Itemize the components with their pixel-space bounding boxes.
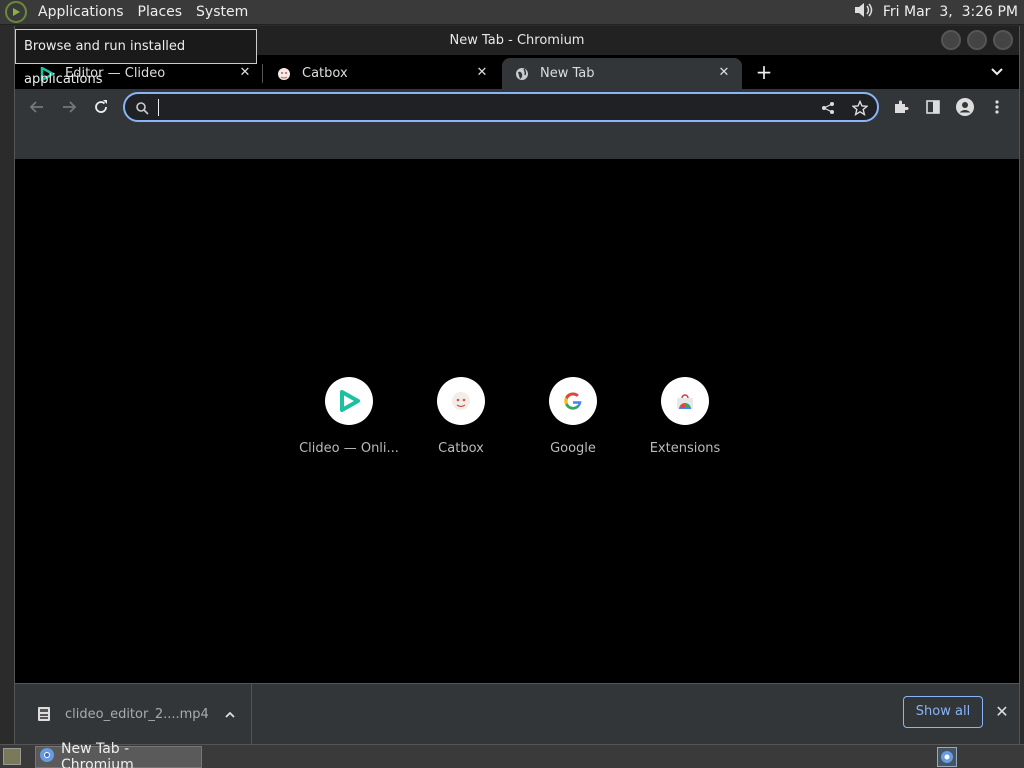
text-caret xyxy=(158,99,159,116)
menu-places[interactable]: Places xyxy=(131,0,190,25)
menu-system[interactable]: System xyxy=(189,0,255,25)
top-panel: Applications Places System Fri Mar 3, 3:… xyxy=(0,0,1024,25)
maximize-button[interactable] xyxy=(967,30,987,50)
clideo-play-icon xyxy=(325,377,373,425)
shortcut-label: Extensions xyxy=(649,441,721,456)
download-bar: clideo_editor_2....mp4 Show all ✕ xyxy=(15,683,1019,744)
tab-catbox[interactable]: Catbox ✕ xyxy=(264,58,500,89)
menu-applications[interactable]: Applications xyxy=(31,0,131,25)
extensions-puzzle-icon[interactable] xyxy=(891,97,911,117)
shortcut-tile-google[interactable]: Google xyxy=(517,377,629,456)
applications-logo-icon[interactable] xyxy=(5,1,27,23)
browser-toolbar xyxy=(15,89,1019,126)
download-item[interactable]: clideo_editor_2....mp4 xyxy=(15,684,252,744)
tab-title: New Tab xyxy=(540,66,595,81)
menu-kebab-icon[interactable] xyxy=(987,97,1007,117)
google-g-icon xyxy=(549,377,597,425)
tab-title: Catbox xyxy=(302,66,348,81)
side-panel-icon[interactable] xyxy=(923,97,943,117)
omnibox-input[interactable] xyxy=(157,97,797,117)
tab-separator xyxy=(262,64,263,83)
forward-arrow-icon[interactable] xyxy=(59,97,79,117)
bookmarks-bar xyxy=(15,126,1019,162)
globe-icon xyxy=(514,66,530,82)
share-icon[interactable] xyxy=(819,99,837,117)
show-desktop-icon[interactable] xyxy=(3,748,21,765)
applications-tooltip: Browse and run installed applications xyxy=(15,29,257,87)
shortcut-tile-clideo[interactable]: Clideo — Onli... xyxy=(293,377,405,456)
tab-close-icon[interactable]: ✕ xyxy=(474,65,490,81)
new-tab-page: Clideo — Onli... Catbox Google Extension… xyxy=(15,159,1019,683)
download-filename: clideo_editor_2....mp4 xyxy=(65,706,209,722)
shortcut-tile-catbox[interactable]: Catbox xyxy=(405,377,517,456)
shortcut-tile-extensions[interactable]: Extensions xyxy=(629,377,741,456)
shortcut-label: Clideo — Onli... xyxy=(299,441,399,456)
tray-chromium-icon[interactable] xyxy=(937,747,957,767)
catbox-icon xyxy=(437,377,485,425)
chevron-up-icon[interactable] xyxy=(223,707,237,721)
profile-avatar-icon[interactable] xyxy=(955,97,975,117)
bookmark-star-icon[interactable] xyxy=(851,99,869,117)
show-all-downloads-button[interactable]: Show all xyxy=(903,696,983,728)
shortcut-label: Catbox xyxy=(438,441,484,456)
tab-search-chevron-icon[interactable] xyxy=(989,64,1005,80)
new-tab-button[interactable]: + xyxy=(755,62,773,82)
taskbar-window-label: New Tab - Chromium xyxy=(61,741,134,768)
close-download-bar-icon[interactable]: ✕ xyxy=(994,704,1010,720)
tab-close-icon[interactable]: ✕ xyxy=(716,65,732,81)
reload-icon[interactable] xyxy=(91,97,111,117)
clock[interactable]: Fri Mar 3, 3:26 PM xyxy=(883,4,1018,20)
bottom-panel: New Tab - Chromium xyxy=(0,741,1024,768)
chromium-icon xyxy=(39,747,55,767)
back-arrow-icon[interactable] xyxy=(27,97,47,117)
shortcut-label: Google xyxy=(550,441,596,456)
taskbar-window-button[interactable]: New Tab - Chromium xyxy=(35,741,202,768)
window-title: New Tab - Chromium xyxy=(449,33,585,48)
chrome-webstore-icon xyxy=(661,377,709,425)
close-window-button[interactable] xyxy=(993,30,1013,50)
minimize-button[interactable] xyxy=(941,30,961,50)
volume-icon[interactable] xyxy=(853,1,875,23)
search-icon xyxy=(135,100,149,119)
tab-close-icon[interactable]: ✕ xyxy=(237,65,253,81)
video-file-icon xyxy=(35,705,53,723)
omnibox[interactable] xyxy=(123,92,879,122)
tab-new-tab[interactable]: New Tab ✕ xyxy=(502,58,742,89)
catbox-icon xyxy=(276,66,292,82)
chromium-window: New Tab - Chromium Editor — Clideo ✕ Cat… xyxy=(14,26,1020,744)
